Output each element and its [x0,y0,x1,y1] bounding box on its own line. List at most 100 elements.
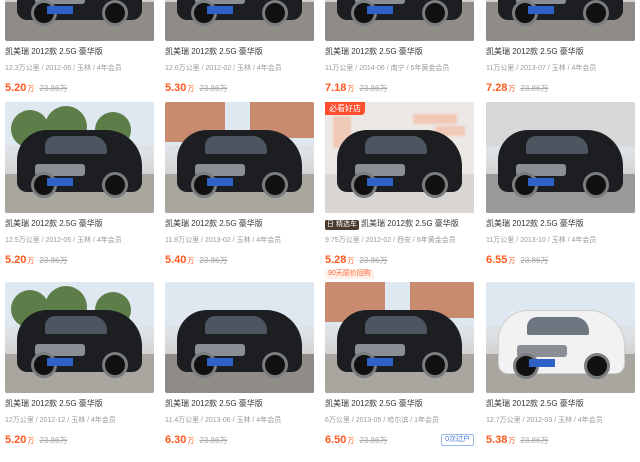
car-shape [337,130,462,198]
car-photo[interactable] [5,0,154,41]
listing-title[interactable]: 凯美瑞 2012款 2.5G 豪华版 [165,398,263,409]
listing-title[interactable]: 凯美瑞 2012款 2.5G 豪华版 [5,398,103,409]
listing-card[interactable]: 凯美瑞 2012款 2.5G 豪华版 11万公里 / 2013-10 / 玉林 /… [486,102,635,282]
price-row: 5.20万 23.86万 [5,80,67,97]
car-photo[interactable] [165,282,314,393]
listing-title-text: 凯美瑞 2012款 2.5G 豪华版 [486,47,584,56]
price-unit: 万 [347,86,355,93]
price: 7.18 [325,82,347,94]
new-car-price: 23.86万 [359,84,388,93]
car-photo[interactable] [486,102,635,213]
listing-card[interactable]: 凯美瑞 2012款 2.5G 豪华版 12.3万公里 / 2012-06 / 玉林… [5,0,154,110]
featured-badge: 日 精选车 [325,220,359,230]
listing-title[interactable]: 凯美瑞 2012款 2.5G 豪华版 [325,46,423,57]
listing-meta: 12.6万公里 / 2012-02 / 玉林 / 4年会员 [165,65,282,72]
listing-meta: 11万公里 / 2013-07 / 玉林 / 4年会员 [486,65,597,72]
car-shape [498,310,625,379]
car-shape [177,0,302,26]
listing-card[interactable]: 凯美瑞 2012款 2.5G 豪华版 12万公里 / 2012-12 / 玉林 /… [5,282,154,462]
price-unit: 万 [27,258,35,265]
car-shape [337,310,462,378]
car-photo[interactable] [165,0,314,41]
listing-meta: 11万公里 / 2014-06 / 南宁 / 5年黄金会员 [325,65,450,72]
listing-title[interactable]: 凯美瑞 2012款 2.5G 豪华版 [325,398,423,409]
price-row: 7.28万 23.86万 [486,80,548,97]
price: 5.28 [325,254,347,266]
price-row: 5.30万 23.86万 [165,80,227,97]
price-unit: 万 [508,86,516,93]
listing-title-text: 凯美瑞 2012款 2.5G 豪华版 [5,47,103,56]
price-row: 6.55万 23.86万 [486,252,548,269]
car-photo[interactable] [5,282,154,393]
listing-card[interactable]: 凯美瑞 2012款 2.5G 豪华版 11万公里 / 2013-07 / 玉林 /… [486,0,635,110]
listing-meta: 9.75万公里 / 2012-02 / 西安 / 6年黄金会员 [325,237,456,244]
listing-title[interactable]: 凯美瑞 2012款 2.5G 豪华版 [486,218,584,229]
price: 7.28 [486,82,508,94]
price: 5.20 [5,254,27,266]
price: 6.50 [325,434,347,446]
listing-title-text: 凯美瑞 2012款 2.5G 豪华版 [325,47,423,56]
listing-title[interactable]: 凯美瑞 2012款 2.5G 豪华版 [5,218,103,229]
listing-title[interactable]: 凯美瑞 2012款 2.5G 豪华版 [165,218,263,229]
car-photo[interactable] [325,0,474,41]
listing-card[interactable]: 凯美瑞 2012款 2.5G 豪华版 11.4万公里 / 2013-06 / 玉林… [165,282,314,462]
price-unit: 万 [347,438,355,445]
new-car-price: 23.86万 [520,84,549,93]
listing-card[interactable]: 凯美瑞 2012款 2.5G 豪华版 11.8万公里 / 2013-02 / 玉林… [165,102,314,282]
listing-title[interactable]: 凯美瑞 2012款 2.5G 豪华版 [486,46,584,57]
price-row: 5.20万 23.86万 [5,252,67,269]
listing-meta: 11.8万公里 / 2013-02 / 玉林 / 4年会员 [165,237,282,244]
price: 5.30 [165,82,187,94]
price-row: 7.18万 23.86万 [325,80,387,97]
listing-title-text: 凯美瑞 2012款 2.5G 豪华版 [325,399,423,408]
new-car-price: 23.86万 [520,256,549,265]
price-row: 5.28万 23.86万 [325,252,387,269]
listing-title-text: 凯美瑞 2012款 2.5G 豪华版 [486,399,584,408]
price-unit: 万 [27,86,35,93]
listing-meta: 12.3万公里 / 2012-06 / 玉林 / 4年会员 [5,65,122,72]
listing-card[interactable]: 凯美瑞 2012款 2.5G 豪华版 12.5万公里 / 2012-05 / 玉林… [5,102,154,282]
listing-title-text: 凯美瑞 2012款 2.5G 豪华版 [5,399,103,408]
car-photo[interactable] [325,102,474,213]
price-unit: 万 [187,258,195,265]
listing-card[interactable]: 凯美瑞 2012款 2.5G 豪华版 12.6万公里 / 2012-02 / 玉林… [165,0,314,110]
promo-tag: 必看好店 [325,102,365,115]
listing-title[interactable]: 日 精选车 凯美瑞 2012款 2.5G 豪华版 [325,218,459,230]
listing-title-text: 凯美瑞 2012款 2.5G 豪华版 [486,219,584,228]
price: 5.38 [486,434,508,446]
listing-card[interactable]: 凯美瑞 2012款 2.5G 豪华版 6万公里 / 2013-05 / 哈尔滨 /… [325,282,474,462]
car-shape [17,310,142,378]
price-unit: 万 [187,438,195,445]
price-unit: 万 [27,438,35,445]
car-photo[interactable] [486,0,635,41]
listing-card[interactable]: 必看好店日 精选车 凯美瑞 2012款 2.5G 豪华版 9.75万公里 / 201… [325,102,474,282]
listing-title-text: 凯美瑞 2012款 2.5G 豪华版 [165,47,263,56]
car-shape [337,0,462,26]
car-photo[interactable] [486,282,635,393]
car-shape [17,130,142,198]
price: 6.30 [165,434,187,446]
listing-title-text: 凯美瑞 2012款 2.5G 豪华版 [165,399,263,408]
car-shape [17,0,142,26]
car-photo[interactable] [325,282,474,393]
car-shape [498,0,623,26]
ownership-transfer-badge: 0次过户 [441,434,474,446]
listing-meta: 11.4万公里 / 2013-06 / 玉林 / 4年会员 [165,417,282,424]
listing-title[interactable]: 凯美瑞 2012款 2.5G 豪华版 [5,46,103,57]
listing-title-text: 凯美瑞 2012款 2.5G 豪华版 [360,219,459,228]
listing-meta: 6万公里 / 2013-05 / 哈尔滨 / 1年会员 [325,417,439,424]
listing-title[interactable]: 凯美瑞 2012款 2.5G 豪华版 [165,46,263,57]
car-shape [498,130,623,198]
new-car-price: 23.86万 [199,84,228,93]
new-car-price: 23.86万 [39,256,68,265]
listing-meta: 12.7万公里 / 2012-03 / 玉林 / 4年会员 [486,417,603,424]
listing-title-text: 凯美瑞 2012款 2.5G 豪华版 [165,219,263,228]
car-photo[interactable] [165,102,314,213]
price-unit: 万 [347,258,355,265]
car-photo[interactable] [5,102,154,213]
buyback-label: 90天原价回购 [325,269,374,279]
listing-card[interactable]: 凯美瑞 2012款 2.5G 豪华版 12.7万公里 / 2012-03 / 玉林… [486,282,635,462]
listing-card[interactable]: 凯美瑞 2012款 2.5G 豪华版 11万公里 / 2014-06 / 南宁 /… [325,0,474,110]
listing-meta: 12.5万公里 / 2012-05 / 玉林 / 4年会员 [5,237,122,244]
listing-title[interactable]: 凯美瑞 2012款 2.5G 豪华版 [486,398,584,409]
